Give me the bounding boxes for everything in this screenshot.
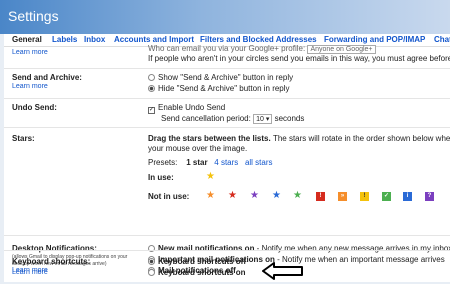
stars-presets: Presets: 1 star 4 stars all stars [148,158,273,167]
not-in-use-label: Not in use: [148,192,190,201]
keyboard-shortcuts-row: Keyboard shortcuts: Learn more Keyboard … [4,250,450,282]
purple-question-icon[interactable]: ? [425,192,434,201]
tab-inbox[interactable]: Inbox [84,35,105,44]
radio-selected-icon[interactable] [148,258,155,265]
keyboard-shortcuts-learn-more[interactable]: Learn more [12,267,48,274]
enable-undo-send-option[interactable]: ✓ Enable Undo Send [148,103,225,114]
option-label: Enable Undo Send [158,103,226,112]
purple-star-icon[interactable]: ★ [250,191,259,201]
in-use-label: In use: [148,173,174,182]
green-star-icon[interactable]: ★ [293,191,302,201]
period-value: 10 [256,116,264,123]
stars-row: Stars: Drag the stars between the lists.… [4,128,450,236]
settings-panel: General Labels Inbox Accounts and Import… [4,34,450,282]
stars-desc: Drag the stars between the lists. The st… [148,134,450,143]
send-archive-learn-more[interactable]: Learn more [12,83,48,90]
page-title: Settings [8,8,59,24]
settings-header: Settings [0,0,450,34]
stars-desc-rest: The stars will rotate in the order shown… [272,134,450,143]
yellow-star-icon[interactable]: ★ [206,172,215,182]
learn-more-link[interactable]: Learn more [12,49,48,56]
tab-general[interactable]: General [12,35,42,44]
stars-desc-line2: your mouse over the image. [148,144,248,153]
option-label: Hide "Send & Archive" button in reply [158,84,290,93]
period-unit: seconds [274,114,305,123]
left-arrow-icon [262,262,303,280]
option-label: Show "Send & Archive" button in reply [158,73,294,82]
red-bang-icon[interactable]: ! [316,192,325,201]
red-star-icon[interactable]: ★ [228,191,237,201]
show-send-archive-option[interactable]: Show "Send & Archive" button in reply [148,73,293,82]
tab-filters[interactable]: Filters and Blocked Addresses [200,35,317,44]
preset-4-stars[interactable]: 4 stars [214,158,238,167]
send-archive-row: Send and Archive: Learn more Show "Send … [4,69,450,99]
radio-icon[interactable] [148,74,155,81]
checkbox-checked-icon[interactable]: ✓ [148,107,155,114]
preset-1-star[interactable]: 1 star [186,158,207,167]
radio-selected-icon[interactable] [148,85,155,92]
preset-all-stars[interactable]: all stars [245,158,273,167]
tab-labels[interactable]: Labels [52,35,77,44]
option-label: Keyboard shortcuts off [158,257,247,266]
orange-star-icon[interactable]: ★ [206,191,215,201]
presets-label: Presets: [148,158,178,167]
keyboard-shortcuts-off-option[interactable]: Keyboard shortcuts off [148,257,246,266]
undo-send-label: Undo Send: [12,103,57,112]
green-check-icon[interactable]: ✓ [382,192,391,201]
partial-setting-label: Who can email you via your Google+ profi… [148,44,306,53]
google-plus-note: If people who aren't in your circles sen… [148,54,450,63]
blue-star-icon[interactable]: ★ [272,191,281,201]
yellow-bang-icon[interactable]: ! [360,192,369,201]
keyboard-shortcuts-on-option[interactable]: Keyboard shortcuts on [148,268,246,277]
stars-desc-bold: Drag the stars between the lists. [148,134,271,143]
orange-guillemet-icon[interactable]: » [338,192,347,201]
cancellation-period: Send cancellation period: 10 ▾ seconds [161,114,304,124]
google-plus-row: Learn more Who can email you via your Go… [4,44,450,69]
stars-label: Stars: [12,134,35,143]
google-plus-select[interactable]: Anyone on Google+ [307,45,376,54]
tab-chat[interactable]: Chat [434,35,450,44]
period-label: Send cancellation period: [161,114,251,123]
undo-send-row: Undo Send: ✓ Enable Undo Send Send cancel… [4,99,450,128]
tab-forwarding[interactable]: Forwarding and POP/IMAP [324,35,425,44]
partial-setting-text: Who can email you via your Google+ profi… [148,44,376,54]
send-archive-label: Send and Archive: [12,73,82,82]
radio-icon[interactable] [148,269,155,276]
blue-info-icon[interactable]: i [403,192,412,201]
hide-send-archive-option[interactable]: Hide "Send & Archive" button in reply [148,84,290,93]
tab-accounts-import[interactable]: Accounts and Import [114,35,194,44]
period-select[interactable]: 10 ▾ [253,114,273,124]
keyboard-shortcuts-label: Keyboard shortcuts: [12,257,91,266]
option-label: Keyboard shortcuts on [158,268,246,277]
